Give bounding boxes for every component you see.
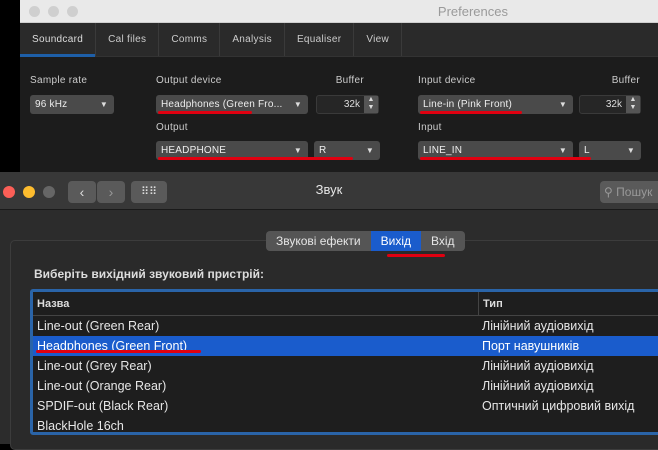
tab-equaliser[interactable]: Equaliser (285, 23, 355, 56)
tab-input[interactable]: Вхід (421, 231, 465, 251)
out-buffer-label: Buffer (335, 75, 364, 86)
tab-output[interactable]: Вихід (370, 231, 421, 251)
device-name: Line-out (Green Rear) (37, 319, 160, 333)
output-channel-value: R (319, 145, 327, 156)
highlight-underline (420, 111, 522, 114)
in-buffer-stepper[interactable]: 32k ▲ ▼ (579, 95, 641, 114)
device-prompt: Виберіть вихідний звуковий пристрій: (34, 267, 264, 281)
tab-analysis[interactable]: Analysis (220, 23, 285, 56)
table-row-selected[interactable]: Headphones (Green Front) Порт навушників (33, 336, 658, 356)
device-type: Порт навушників (482, 339, 580, 353)
device-type: Лінійний аудіовихід (482, 359, 594, 373)
highlight-underline (420, 157, 591, 160)
tab-comms[interactable]: Comms (159, 23, 221, 56)
tab-soundcard[interactable]: Soundcard (20, 23, 97, 57)
device-name: Headphones (Green Front) (37, 339, 188, 353)
chevron-down-icon: ▼ (365, 146, 374, 155)
output-label: Output (156, 122, 188, 133)
device-type: Лінійний аудіовихід (482, 319, 594, 333)
output-value: HEADPHONE (161, 145, 227, 156)
highlight-underline (158, 157, 353, 160)
highlight-underline (158, 111, 252, 114)
table-row[interactable]: Line-out (Green Rear) Лінійний аудіовихід (33, 316, 658, 336)
chevron-down-icon: ▼ (293, 100, 302, 109)
chevron-down-icon: ▼ (99, 100, 108, 109)
input-label: Input (418, 122, 442, 133)
stepper-arrows-icon[interactable]: ▲ ▼ (626, 96, 640, 113)
sample-rate-select[interactable]: 96 kHz ▼ (30, 95, 114, 114)
chevron-down-icon: ▼ (626, 146, 635, 155)
table-row[interactable]: Line-out (Grey Rear) Лінійний аудіовихід (33, 356, 658, 376)
column-header-name[interactable]: Назва (33, 292, 478, 315)
segmented-tabs: Звукові ефекти Вихід Вхід (266, 231, 465, 251)
table-row[interactable]: BlackHole 16ch (33, 416, 658, 433)
output-device-value: Headphones (Green Fro... (161, 99, 283, 110)
highlight-underline (36, 350, 201, 353)
window-title: Звук (315, 182, 343, 197)
input-value: LINE_IN (423, 145, 463, 156)
sound-window: ‹ › ⠿⠿ Звук ⚲ Пошук Звукові ефекти Вихід… (0, 172, 658, 450)
sample-rate-label: Sample rate (30, 75, 88, 86)
stepper-arrows-icon[interactable]: ▲ ▼ (364, 96, 378, 113)
search-icon: ⚲ (604, 185, 613, 199)
input-device-value: Line-in (Pink Front) (423, 99, 513, 110)
sample-rate-value: 96 kHz (35, 99, 68, 110)
table-row[interactable]: SPDIF-out (Black Rear) Оптичний цифровий … (33, 396, 658, 416)
tab-bar: Soundcard Cal files Comms Analysis Equal… (20, 23, 658, 57)
column-header-type[interactable]: Тип (478, 292, 503, 315)
out-buffer-value: 32k (343, 99, 360, 110)
device-name: SPDIF-out (Black Rear) (37, 399, 169, 413)
device-name: BlackHole 16ch (37, 419, 124, 433)
tab-cal-files[interactable]: Cal files (96, 23, 160, 56)
output-device-table: Назва Тип Line-out (Green Rear) Лінійний … (30, 289, 658, 435)
title-bar: Preferences (20, 0, 658, 23)
device-name: Line-out (Grey Rear) (37, 359, 152, 373)
table-header: Назва Тип (33, 292, 658, 316)
table-row[interactable]: Line-out (Orange Rear) Лінійний аудіовихі… (33, 376, 658, 396)
output-device-label: Output device (156, 75, 222, 86)
search-placeholder: Пошук (616, 185, 653, 199)
preferences-window: Preferences Soundcard Cal files Comms An… (20, 0, 658, 172)
device-type: Оптичний цифровий вихід (482, 399, 635, 413)
search-input[interactable]: ⚲ Пошук (600, 181, 658, 203)
device-name: Line-out (Orange Rear) (37, 379, 167, 393)
out-buffer-stepper[interactable]: 32k ▲ ▼ (316, 95, 379, 114)
highlight-underline (387, 254, 445, 257)
in-buffer-value: 32k (605, 99, 622, 110)
device-type: Лінійний аудіовихід (482, 379, 594, 393)
title-bar: ‹ › ⠿⠿ Звук ⚲ Пошук (0, 172, 658, 210)
window-title: Preferences (437, 4, 508, 19)
tab-sound-effects[interactable]: Звукові ефекти (266, 231, 371, 251)
input-device-label: Input device (418, 75, 476, 86)
device-type (478, 416, 482, 432)
tab-view[interactable]: View (354, 23, 403, 56)
chevron-down-icon: ▼ (558, 100, 567, 109)
in-buffer-label: Buffer (611, 75, 640, 86)
input-channel-value: L (584, 145, 590, 156)
